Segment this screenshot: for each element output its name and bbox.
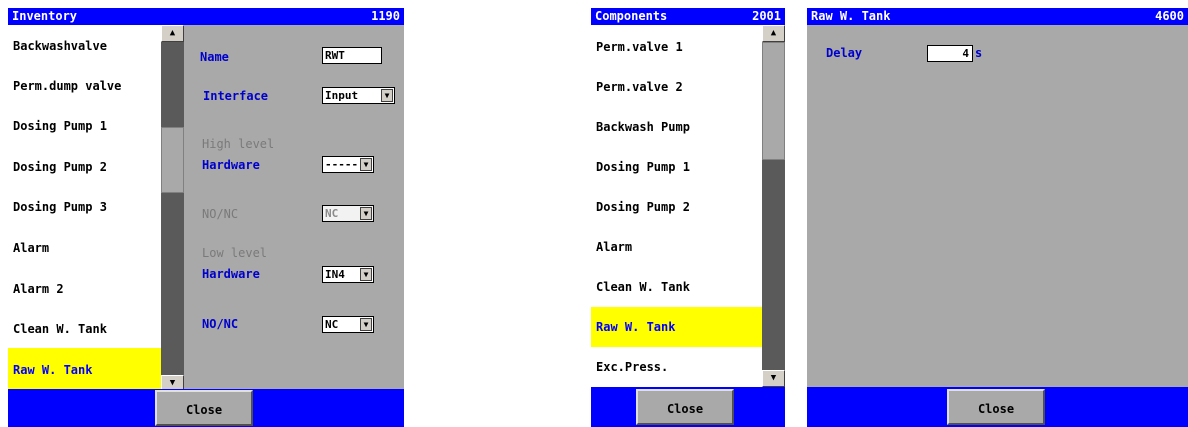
raw-tank-number: 4600: [1155, 9, 1184, 23]
scroll-thumb[interactable]: [762, 42, 785, 160]
scroll-thumb[interactable]: [161, 127, 184, 193]
chevron-down-icon: ▼: [360, 318, 372, 331]
list-item-selected[interactable]: Raw W. Tank: [591, 307, 762, 347]
hardware-label-high: Hardware: [202, 158, 260, 172]
inventory-list: Backwashvalve Perm.dump valve Dosing Pum…: [8, 25, 161, 392]
components-window: Components 2001 Perm.valve 1 Perm.valve …: [591, 8, 785, 427]
list-item[interactable]: Exc.Press.: [591, 348, 762, 387]
high-level-label: High level: [202, 137, 275, 151]
list-item[interactable]: Dosing Pump 2: [8, 148, 161, 187]
nonc-dropdown-high[interactable]: NC ▼: [322, 205, 374, 222]
interface-dropdown[interactable]: Input ▼: [322, 87, 395, 104]
components-title: Components: [595, 9, 668, 23]
list-item[interactable]: Perm.valve 2: [591, 68, 762, 107]
delay-unit: s: [975, 46, 983, 60]
components-scrollbar[interactable]: ▲ ▼: [762, 25, 785, 387]
components-number: 2001: [752, 9, 781, 23]
list-item[interactable]: Alarm: [8, 229, 161, 268]
inventory-footer: Close: [8, 389, 404, 427]
inventory-scrollbar[interactable]: ▲ ▼: [161, 25, 184, 392]
list-item[interactable]: Dosing Pump 1: [591, 148, 762, 187]
components-footer: Close: [591, 387, 785, 427]
raw-tank-footer: Close: [807, 387, 1188, 427]
scroll-up-icon[interactable]: ▲: [161, 25, 184, 42]
inventory-number: 1190: [371, 9, 400, 23]
chevron-down-icon: ▼: [381, 89, 393, 102]
list-item[interactable]: Dosing Pump 1: [8, 107, 161, 146]
inventory-title: Inventory: [12, 9, 78, 23]
close-button[interactable]: Close: [947, 389, 1045, 425]
inventory-titlebar: Inventory 1190: [8, 8, 404, 25]
raw-tank-titlebar: Raw W. Tank 4600: [807, 8, 1188, 25]
nonc-label-high: NO/NC: [202, 207, 239, 221]
list-item[interactable]: Perm.valve 1: [591, 28, 762, 67]
hardware-label-low: Hardware: [202, 267, 260, 281]
name-input[interactable]: RWT: [322, 47, 382, 64]
delay-label: Delay: [826, 46, 863, 60]
chevron-down-icon: ▼: [360, 207, 372, 220]
list-item[interactable]: Alarm 2: [8, 270, 161, 309]
list-item[interactable]: Clean W. Tank: [8, 310, 161, 349]
close-button[interactable]: Close: [636, 389, 734, 425]
raw-tank-window: Raw W. Tank 4600 Delay 4 s Close: [807, 8, 1188, 427]
delay-input[interactable]: 4: [927, 45, 973, 62]
interface-label: Interface: [203, 89, 269, 103]
list-item[interactable]: Backwash Pump: [591, 108, 762, 147]
list-item[interactable]: Clean W. Tank: [591, 268, 762, 307]
list-item[interactable]: Perm.dump valve: [8, 67, 161, 106]
chevron-down-icon: ▼: [360, 268, 372, 281]
inventory-window: Inventory 1190 Backwashvalve Perm.dump v…: [8, 8, 404, 427]
nonc-dropdown-low[interactable]: NC ▼: [322, 316, 374, 333]
close-button[interactable]: Close: [155, 390, 253, 426]
list-item[interactable]: Backwashvalve: [8, 27, 161, 66]
nonc-label-low: NO/NC: [202, 317, 239, 331]
name-label: Name: [200, 50, 229, 64]
list-item-selected[interactable]: Raw W. Tank: [8, 348, 161, 392]
list-item[interactable]: Dosing Pump 3: [8, 188, 161, 227]
raw-tank-title: Raw W. Tank: [811, 9, 891, 23]
components-list: Perm.valve 1 Perm.valve 2 Backwash Pump …: [591, 25, 762, 387]
hardware-dropdown-low[interactable]: IN4 ▼: [322, 266, 374, 283]
scroll-down-icon[interactable]: ▼: [762, 370, 785, 387]
list-item[interactable]: Alarm: [591, 228, 762, 267]
components-titlebar: Components 2001: [591, 8, 785, 25]
chevron-down-icon: ▼: [360, 158, 372, 171]
scroll-up-icon[interactable]: ▲: [762, 25, 785, 42]
hardware-dropdown-high[interactable]: ----- ▼: [322, 156, 374, 173]
list-item[interactable]: Dosing Pump 2: [591, 188, 762, 227]
low-level-label: Low level: [202, 246, 268, 260]
